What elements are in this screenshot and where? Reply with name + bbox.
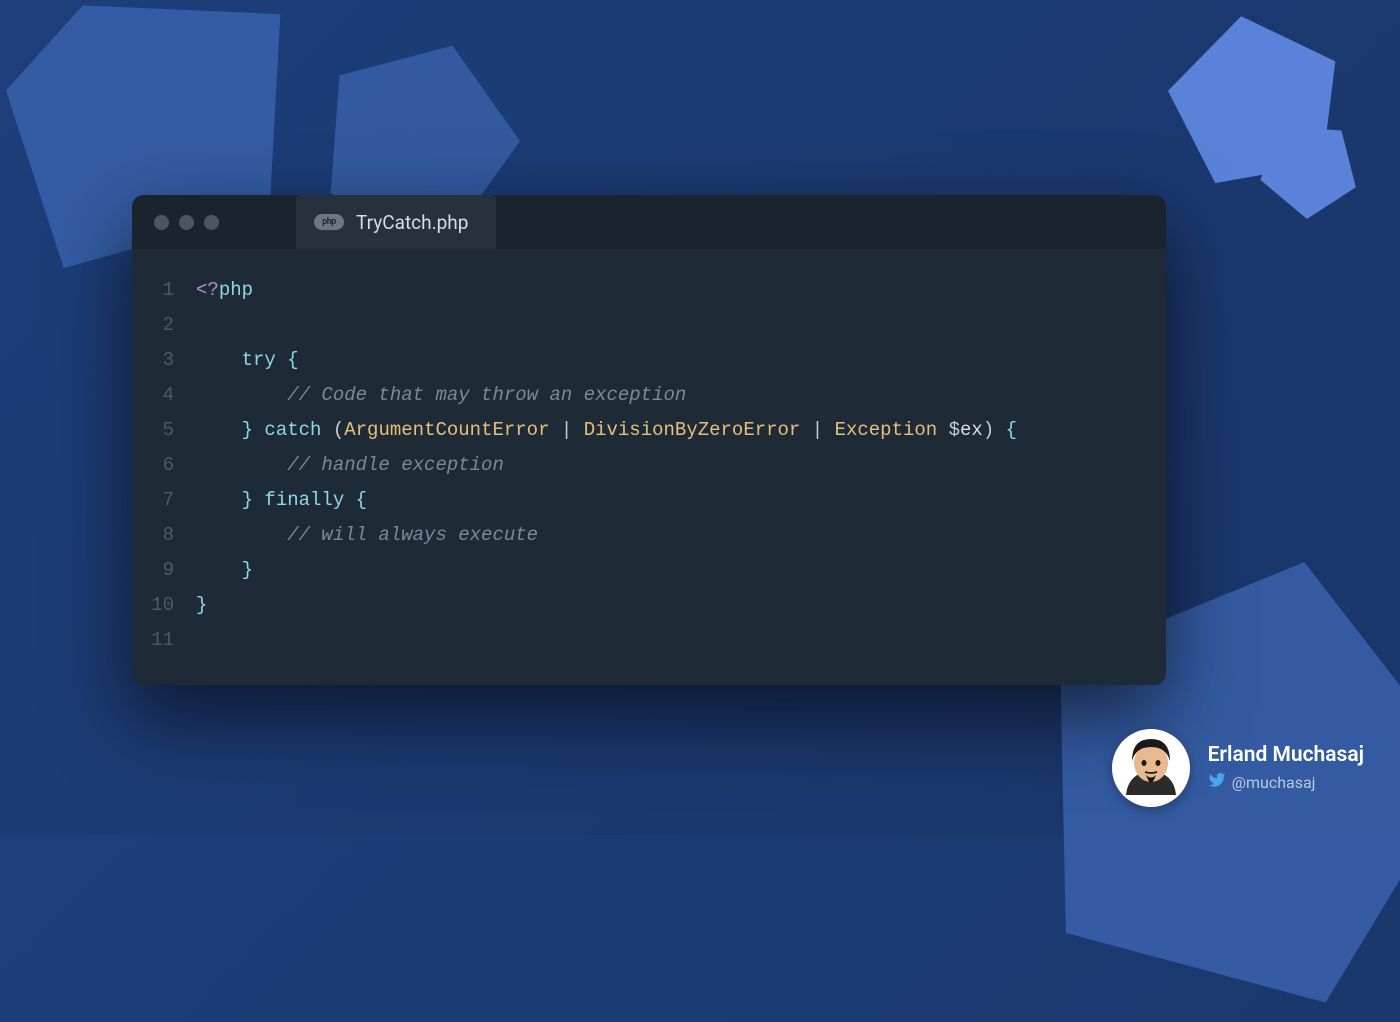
code-line: // will always execute (196, 524, 538, 546)
code-line: <?php (196, 279, 253, 301)
code-editor-window: php TryCatch.php 1 2 3 4 5 6 7 8 9 10 11… (132, 195, 1166, 685)
line-number: 4 (132, 378, 174, 413)
code-area: 1 2 3 4 5 6 7 8 9 10 11 <?php try { // C… (132, 249, 1166, 658)
line-number: 3 (132, 343, 174, 378)
author-handle-row: @muchasaj (1208, 771, 1364, 793)
avatar (1112, 729, 1190, 807)
tab-title: TryCatch.php (356, 211, 468, 234)
line-number: 5 (132, 413, 174, 448)
line-number: 9 (132, 553, 174, 588)
author-name: Erland Muchasaj (1208, 743, 1364, 767)
window-close-dot[interactable] (154, 215, 169, 230)
code-line: } (196, 559, 253, 581)
window-maximize-dot[interactable] (204, 215, 219, 230)
line-number: 11 (132, 623, 174, 658)
line-number: 6 (132, 448, 174, 483)
php-file-icon: php (314, 214, 344, 230)
code-line: try { (196, 349, 299, 371)
avatar-illustration (1116, 733, 1186, 803)
titlebar: php TryCatch.php (132, 195, 1166, 249)
line-number: 1 (132, 273, 174, 308)
window-minimize-dot[interactable] (179, 215, 194, 230)
author-card: Erland Muchasaj @muchasaj (1112, 729, 1364, 807)
author-handle[interactable]: @muchasaj (1232, 773, 1316, 792)
code-line (196, 314, 207, 336)
code-line (196, 629, 207, 651)
code-line: } catch (ArgumentCountError | DivisionBy… (196, 419, 1017, 441)
code-line: } finally { (196, 489, 367, 511)
line-number: 10 (132, 588, 174, 623)
line-number: 8 (132, 518, 174, 553)
line-number: 7 (132, 483, 174, 518)
code-content[interactable]: <?php try { // Code that may throw an ex… (196, 273, 1166, 658)
line-number: 2 (132, 308, 174, 343)
code-line: // handle exception (196, 454, 504, 476)
author-text: Erland Muchasaj @muchasaj (1208, 743, 1364, 793)
window-controls (132, 195, 241, 249)
line-number-gutter: 1 2 3 4 5 6 7 8 9 10 11 (132, 273, 196, 658)
twitter-icon (1208, 771, 1226, 793)
code-line: } (196, 594, 207, 616)
code-line: // Code that may throw an exception (196, 384, 686, 406)
editor-tab[interactable]: php TryCatch.php (296, 195, 496, 249)
